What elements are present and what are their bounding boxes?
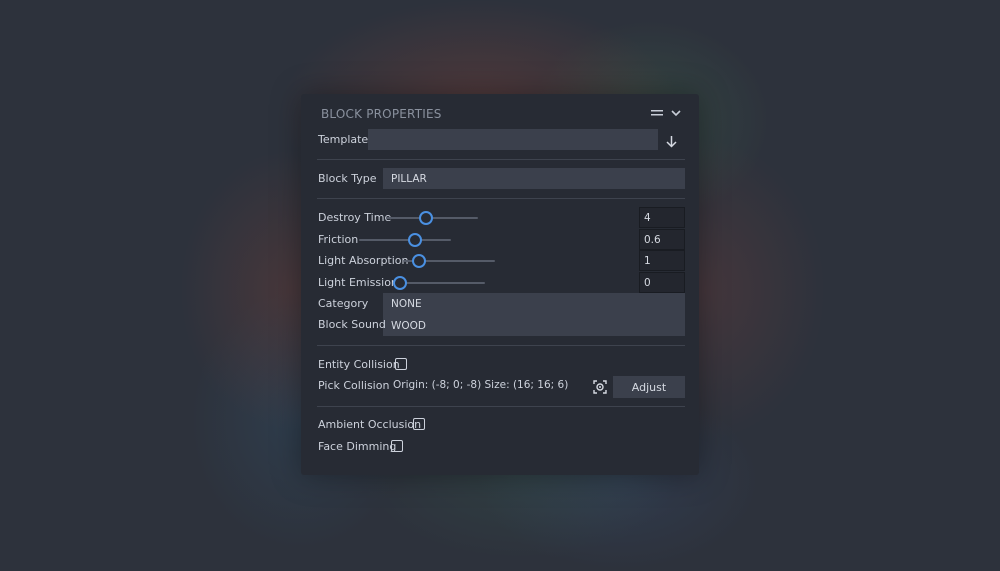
pick-collision-info: Origin: (-8; 0; -8) Size: (16; 16; 6) (393, 379, 569, 391)
category-label: Category (318, 297, 369, 310)
light-absorption-label: Light Absorption (318, 254, 409, 267)
friction-value[interactable]: 0.6 (639, 229, 685, 250)
pick-collision-label: Pick Collision (318, 379, 390, 392)
light-absorption-value[interactable]: 1 (639, 250, 685, 271)
slider-thumb[interactable] (412, 254, 427, 268)
destroy-time-label: Destroy Time (318, 211, 392, 224)
light-absorption-slider[interactable] (403, 254, 495, 268)
block-sound-label: Block Sound (318, 318, 386, 331)
light-emission-slider[interactable] (393, 276, 485, 290)
adjust-button[interactable]: Adjust (613, 376, 685, 398)
divider (317, 406, 685, 407)
divider (317, 159, 685, 160)
download-arrow-icon[interactable] (666, 133, 677, 152)
block-type-label: Block Type (318, 172, 377, 185)
destroy-time-value[interactable]: 4 (639, 207, 685, 228)
divider (317, 345, 685, 346)
block-properties-panel: BLOCK PROPERTIES Template Block Type PIL… (301, 94, 699, 475)
template-field[interactable] (368, 129, 658, 150)
chevron-down-icon[interactable] (671, 106, 681, 120)
block-type-field[interactable]: PILLAR (383, 168, 685, 189)
slider-thumb[interactable] (418, 211, 433, 225)
light-emission-label: Light Emission (318, 276, 398, 289)
block-sound-field[interactable]: WOOD (383, 315, 685, 336)
friction-slider[interactable] (359, 233, 451, 247)
menu-icon[interactable] (651, 106, 663, 120)
template-label: Template (318, 133, 369, 146)
category-field[interactable]: NONE (383, 293, 685, 314)
friction-label: Friction (318, 233, 359, 246)
face-dimming-label: Face Dimming (318, 440, 397, 453)
face-dimming-checkbox[interactable] (391, 440, 403, 452)
focus-target-icon[interactable] (593, 379, 607, 398)
destroy-time-slider[interactable] (386, 211, 478, 225)
entity-collision-label: Entity Collision (318, 358, 400, 371)
ambient-occlusion-checkbox[interactable] (413, 418, 425, 430)
entity-collision-checkbox[interactable] (395, 358, 407, 370)
slider-track (359, 239, 451, 241)
divider (317, 198, 685, 199)
slider-thumb[interactable] (408, 233, 423, 247)
panel-title: BLOCK PROPERTIES (321, 107, 442, 121)
slider-thumb[interactable] (393, 276, 407, 290)
ambient-occlusion-label: Ambient Occlusion (318, 418, 422, 431)
light-emission-value[interactable]: 0 (639, 272, 685, 293)
